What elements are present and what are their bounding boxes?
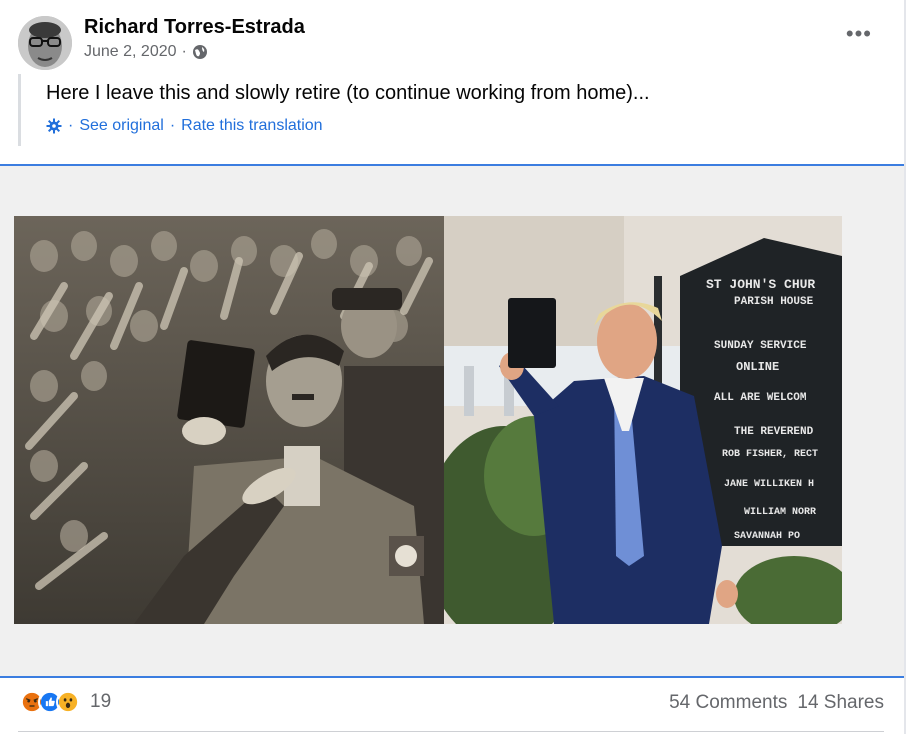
- image-comparison[interactable]: ST JOHN'S CHUR PARISH HOUSE SUNDAY SERVI…: [14, 216, 842, 624]
- translation-separator: ·: [169, 117, 176, 134]
- sign-line: JANE WILLIKEN H: [724, 479, 814, 490]
- globe-icon[interactable]: [192, 44, 208, 60]
- more-options-button[interactable]: •••: [846, 23, 872, 45]
- translation-quote-bar: [18, 74, 21, 146]
- post-text: Here I leave this and slowly retire (to …: [46, 82, 650, 104]
- sign-line: SUNDAY SERVICE: [714, 340, 807, 352]
- sign-line: ST JOHN'S CHUR: [706, 277, 815, 292]
- rate-translation-link[interactable]: Rate this translation: [181, 117, 322, 135]
- shares-count[interactable]: 14 Shares: [797, 692, 884, 714]
- post-meta: June 2, 2020 ·: [84, 43, 208, 61]
- translation-bar: · See original · Rate this translation: [46, 117, 323, 135]
- post-date[interactable]: June 2, 2020: [84, 43, 177, 61]
- gear-icon[interactable]: [46, 118, 62, 134]
- footer-divider: [18, 731, 884, 732]
- facebook-post: Richard Torres-Estrada June 2, 2020 · ••…: [0, 0, 906, 734]
- wow-icon: [56, 690, 80, 714]
- right-photo: ST JOHN'S CHUR PARISH HOUSE SUNDAY SERVI…: [444, 216, 842, 624]
- author-name[interactable]: Richard Torres-Estrada: [84, 16, 305, 39]
- avatar-photo: [18, 16, 72, 70]
- author-avatar[interactable]: [18, 16, 72, 70]
- bw-crowd-photo: [14, 216, 444, 624]
- left-photo: [14, 216, 444, 624]
- color-photo: ST JOHN'S CHUR PARISH HOUSE SUNDAY SERVI…: [444, 216, 842, 624]
- engagement-stats: 54 Comments 14 Shares: [669, 692, 884, 714]
- sign-line: SAVANNAH PO: [734, 531, 800, 542]
- sign-line: ALL ARE WELCOM: [714, 392, 807, 404]
- reaction-count[interactable]: 19: [90, 691, 111, 713]
- see-original-link[interactable]: See original: [79, 117, 164, 135]
- sign-line: ONLINE: [736, 360, 779, 374]
- sign-line: PARISH HOUSE: [734, 296, 814, 308]
- reactions-summary[interactable]: 19: [20, 690, 111, 714]
- sign-line: ROB FISHER, RECT: [722, 449, 818, 460]
- sign-line: THE REVEREND: [734, 426, 814, 438]
- sign-line: WILLIAM NORR: [744, 507, 816, 518]
- date-separator: ·: [181, 43, 187, 60]
- translation-separator: ·: [68, 117, 74, 134]
- comments-count[interactable]: 54 Comments: [669, 692, 787, 714]
